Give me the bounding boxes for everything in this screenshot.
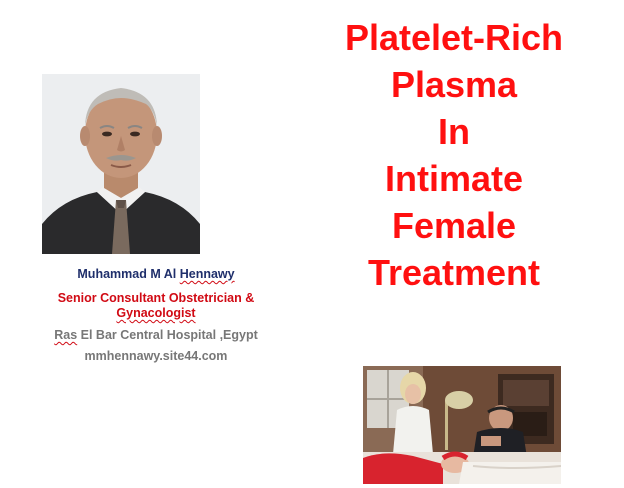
author-hospital-prefix: Ras — [54, 328, 78, 342]
title-line-5: Female — [391, 205, 517, 246]
treatment-photo — [363, 366, 561, 484]
title-line-6: Treatment — [367, 252, 541, 293]
author-title: Senior Consultant Obstetrician & Gynacol… — [20, 291, 292, 321]
title-line-1: Platelet-Rich — [344, 17, 564, 58]
author-name-first: Muhammad M Al — [77, 267, 180, 281]
author-portrait — [42, 74, 200, 254]
author-hospital: Ras El Bar Central Hospital ,Egypt — [20, 327, 292, 343]
author-name: Muhammad M Al Hennawy — [20, 266, 292, 282]
title-line-3: In — [438, 111, 470, 152]
author-name-last: Hennawy — [179, 267, 235, 281]
author-info: Muhammad M Al Hennawy Senior Consultant … — [20, 266, 292, 364]
author-title-line-2: Gynacologist — [116, 306, 196, 320]
title-line-4: Intimate — [384, 158, 524, 199]
slide: Muhammad M Al Hennawy Senior Consultant … — [0, 0, 624, 488]
title-line-2: Plasma — [390, 64, 518, 105]
slide-title: Platelet-Rich Plasma In Intimate Female … — [306, 14, 602, 296]
author-website: mmhennawy.site44.com — [84, 349, 228, 363]
author-hospital-rest: El Bar Central Hospital ,Egypt — [77, 328, 258, 342]
author-title-line-1: Senior Consultant Obstetrician & — [57, 291, 255, 305]
